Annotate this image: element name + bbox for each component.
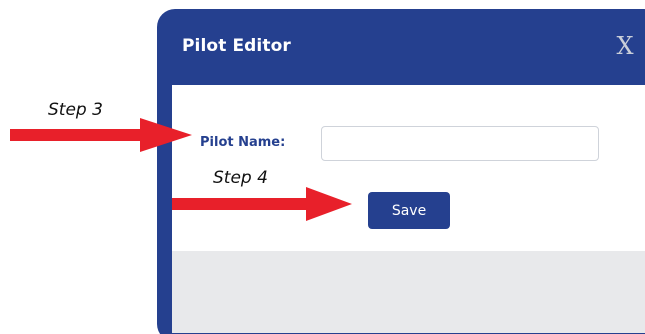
step-4-arrow-shape <box>172 187 352 221</box>
pilot-name-label: Pilot Name: <box>200 135 286 150</box>
step-3-arrow-icon <box>10 118 192 152</box>
dialog-header: Pilot Editor X <box>157 9 645 85</box>
step-4-arrow-icon <box>172 187 352 221</box>
close-icon[interactable]: X <box>613 33 637 59</box>
dialog-footer <box>172 251 645 333</box>
save-button[interactable]: Save <box>368 192 450 229</box>
pilot-name-input[interactable] <box>321 126 599 161</box>
step-4-annotation: Step 4 <box>213 168 268 188</box>
dialog-title: Pilot Editor <box>182 36 291 56</box>
step-3-arrow-shape <box>10 118 192 152</box>
screenshot-canvas: Pilot Editor X Pilot Name: Save Step 3 S… <box>0 0 645 334</box>
